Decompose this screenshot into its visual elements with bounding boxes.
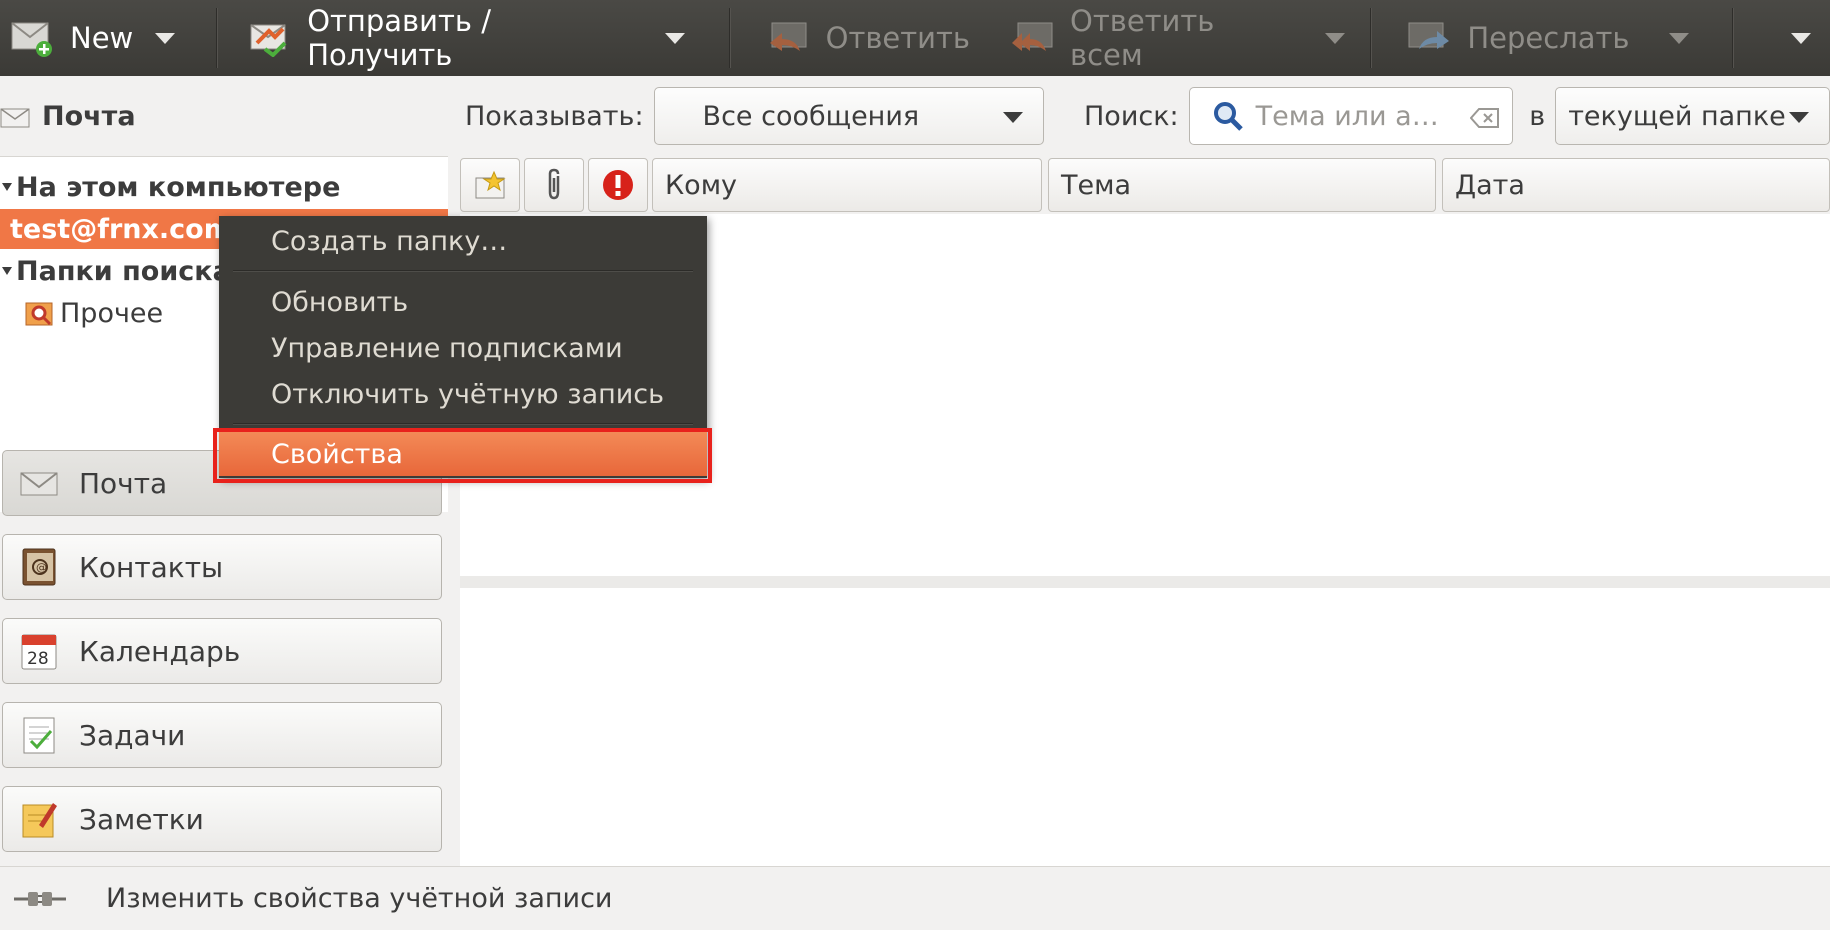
search-input[interactable]: Тема или а…	[1188, 87, 1514, 145]
reply-icon	[766, 19, 812, 57]
forward-button[interactable]: Переслать	[1371, 0, 1630, 76]
notes-icon	[19, 799, 59, 839]
attachment-icon	[542, 168, 566, 202]
reply-all-dropdown-arrow[interactable]	[1312, 32, 1358, 44]
forward-icon	[1407, 19, 1453, 57]
menu-item-create-folder[interactable]: Создать папку…	[219, 220, 707, 262]
send-receive-button[interactable]: Отправить / Получить	[217, 0, 629, 76]
menu-separator	[233, 270, 693, 271]
important-icon	[601, 168, 635, 202]
chevron-down-icon	[1003, 112, 1023, 123]
tree-group-search-folders[interactable]: Папки поиска	[0, 251, 231, 291]
chevron-down-icon	[1789, 112, 1809, 123]
tree-group-label: На этом компьютере	[16, 171, 341, 203]
filter-bar: Показывать: Все сообщения Поиск: Тема ил…	[450, 76, 1830, 156]
clear-icon[interactable]	[1469, 105, 1500, 128]
new-dropdown-arrow[interactable]	[142, 32, 188, 44]
in-label: в	[1529, 100, 1546, 132]
forward-dropdown-arrow[interactable]	[1656, 32, 1702, 44]
column-date[interactable]: Дата	[1442, 158, 1830, 212]
toolbar-separator	[1731, 8, 1733, 68]
reply-button[interactable]: Ответить	[730, 0, 970, 76]
folder-pane-header: Почта	[0, 94, 136, 138]
status-text: Изменить свойства учётной записи	[106, 883, 613, 914]
column-subject-label: Тема	[1061, 169, 1132, 201]
new-mail-icon	[10, 19, 56, 57]
column-to[interactable]: Кому	[652, 158, 1042, 212]
search-folder-icon	[24, 297, 56, 329]
tree-group-label: Папки поиска	[16, 255, 231, 287]
mail-icon	[0, 105, 30, 128]
reply-all-icon	[1010, 19, 1056, 57]
column-date-label: Дата	[1455, 169, 1525, 201]
switcher-label: Задачи	[79, 718, 186, 752]
search-scope-value: текущей папке	[1568, 100, 1786, 132]
forward-label: Переслать	[1467, 21, 1630, 55]
menu-item-disable-account[interactable]: Отключить учётную запись	[219, 373, 707, 415]
show-filter-select[interactable]: Все сообщения	[653, 87, 1044, 145]
menu-item-refresh[interactable]: Обновить	[219, 281, 707, 323]
search-icon	[1212, 100, 1244, 132]
column-subject[interactable]: Тема	[1048, 158, 1436, 212]
expand-triangle-icon[interactable]	[2, 267, 12, 275]
switcher-label: Календарь	[79, 634, 241, 668]
reply-all-label: Ответить всем	[1070, 4, 1215, 72]
menu-item-label: Отключить учётную запись	[271, 378, 665, 410]
toolbar-overflow-arrow[interactable]	[1772, 32, 1830, 44]
show-label: Показывать:	[465, 100, 644, 132]
tasks-icon	[19, 715, 59, 755]
expand-triangle-icon[interactable]	[2, 183, 12, 191]
connection-icon	[14, 887, 66, 911]
message-list-header: Кому Тема Дата	[460, 158, 1830, 214]
switcher-contacts-button[interactable]: @ Контакты	[2, 534, 442, 600]
svg-text:@: @	[36, 561, 47, 574]
reply-label: Ответить	[825, 21, 971, 55]
pane-splitter[interactable]	[460, 576, 1830, 588]
status-bar: Изменить свойства учётной записи	[0, 866, 1830, 930]
tree-group-on-this-computer[interactable]: На этом компьютере	[0, 167, 340, 207]
attachment-column-button[interactable]	[524, 158, 584, 212]
search-placeholder: Тема или а…	[1255, 100, 1439, 132]
highlight-frame	[213, 428, 712, 483]
send-receive-dropdown-arrow[interactable]	[651, 32, 699, 44]
switcher-calendar-button[interactable]: 28 Календарь	[2, 618, 442, 684]
main-toolbar: New Отправить / Получить Ответить Ответи…	[0, 0, 1830, 76]
switcher-notes-button[interactable]: Заметки	[2, 786, 442, 852]
menu-item-label: Обновить	[271, 286, 409, 318]
contacts-icon: @	[19, 547, 59, 587]
tree-item-label: Прочее	[60, 297, 164, 329]
menu-item-label: Создать папку…	[271, 225, 508, 257]
calendar-icon: 28	[19, 631, 59, 671]
new-button-label: New	[70, 21, 134, 55]
switcher-label: Контакты	[79, 550, 224, 584]
search-label: Поиск:	[1084, 100, 1179, 132]
tree-item-other[interactable]: Прочее	[24, 293, 163, 333]
new-button[interactable]: New	[0, 0, 142, 76]
importance-column-button[interactable]	[588, 158, 648, 212]
column-to-label: Кому	[665, 169, 738, 201]
account-label: test@frnx.com	[10, 213, 232, 245]
preview-pane	[460, 588, 1830, 866]
flag-icon	[474, 170, 506, 200]
mail-icon	[19, 463, 59, 503]
calendar-day-text: 28	[27, 649, 49, 669]
send-receive-icon	[247, 19, 293, 58]
menu-item-label: Управление подписками	[271, 332, 623, 364]
send-receive-label: Отправить / Получить	[307, 4, 491, 72]
folder-pane-title: Почта	[42, 100, 136, 132]
switcher-tasks-button[interactable]: Задачи	[2, 702, 442, 768]
show-filter-value: Все сообщения	[702, 100, 920, 132]
switcher-label: Заметки	[79, 802, 204, 836]
switcher-label: Почта	[79, 466, 168, 500]
menu-item-manage-subscriptions[interactable]: Управление подписками	[219, 327, 707, 369]
search-scope-select[interactable]: текущей папке	[1555, 87, 1830, 145]
reply-all-button[interactable]: Ответить всем	[970, 0, 1284, 76]
menu-separator	[233, 423, 693, 424]
flag-column-button[interactable]	[460, 158, 520, 212]
